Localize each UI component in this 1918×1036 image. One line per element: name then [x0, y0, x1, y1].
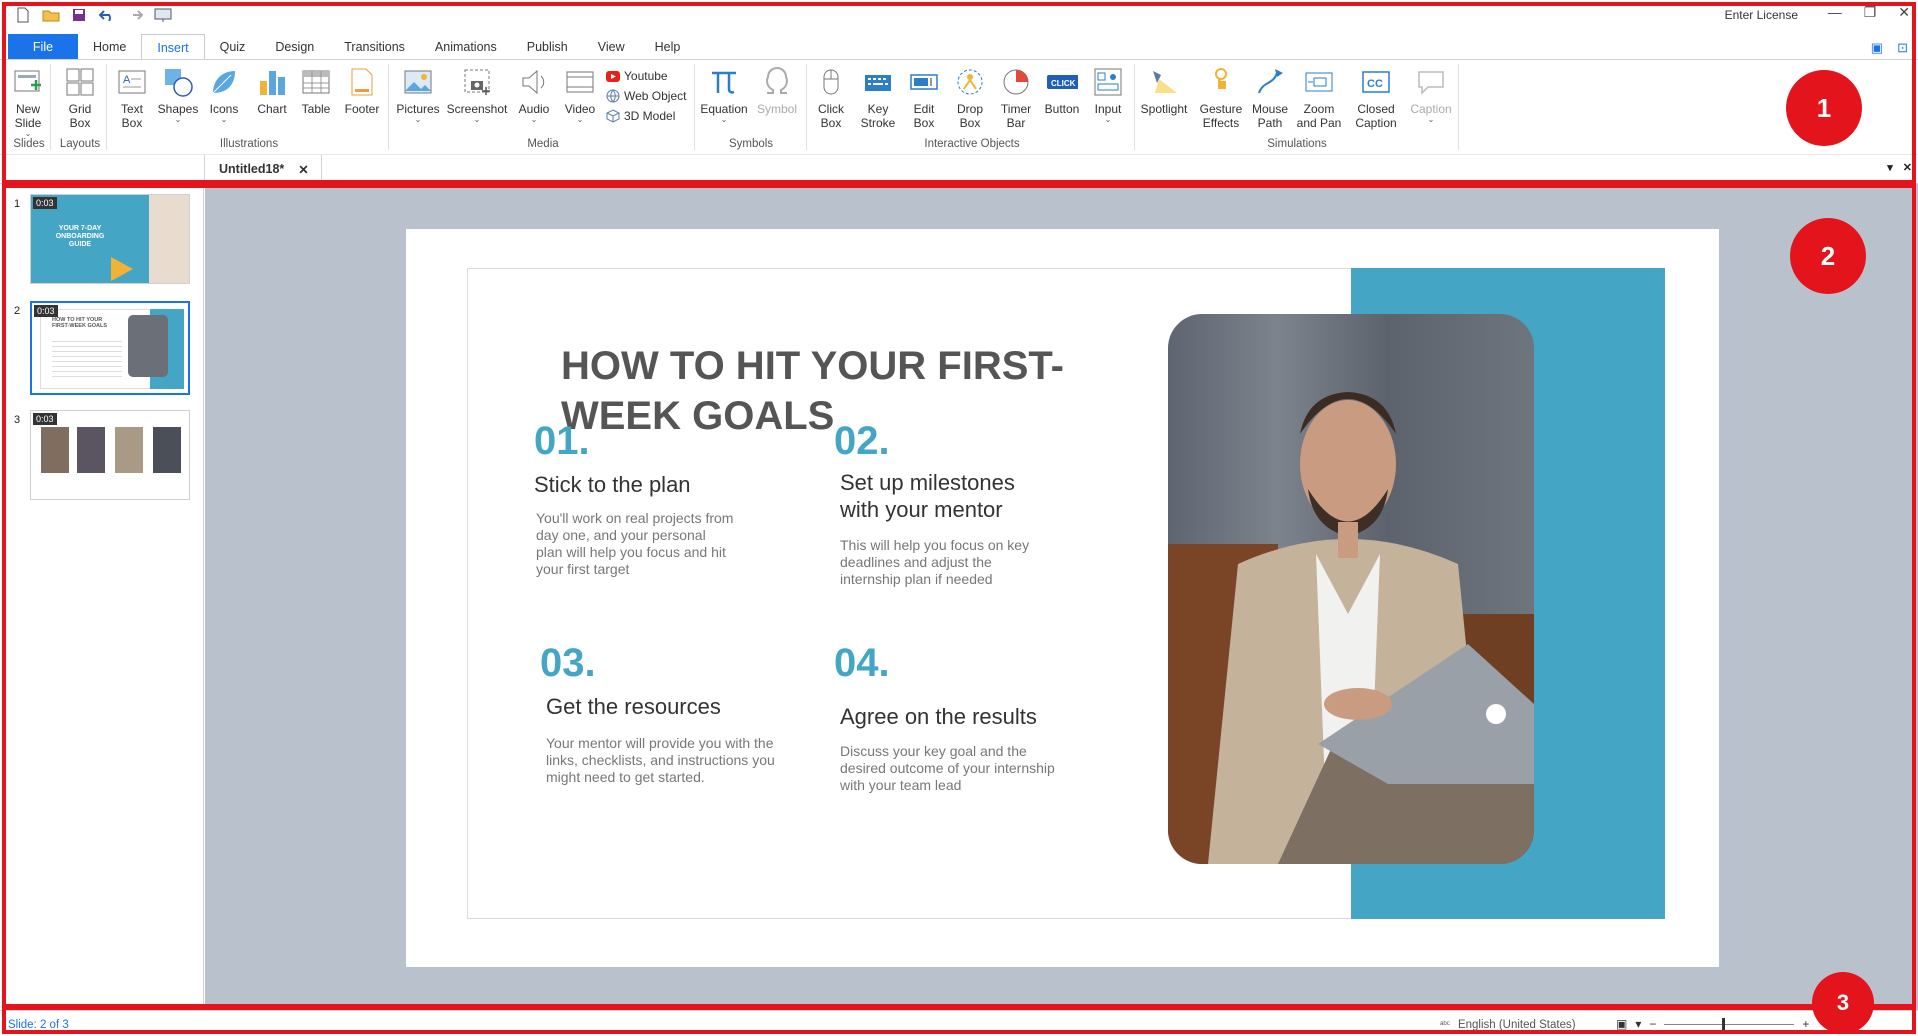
- annotation-badge: 3: [1812, 972, 1874, 1034]
- annotation-badge: 1: [1786, 70, 1862, 146]
- annotation-badge: 2: [1790, 218, 1866, 294]
- annotation-box-ribbon: [2, 2, 1916, 184]
- annotation-box-workspace: [2, 184, 1916, 1008]
- annotation-box-statusbar: [2, 1006, 1916, 1034]
